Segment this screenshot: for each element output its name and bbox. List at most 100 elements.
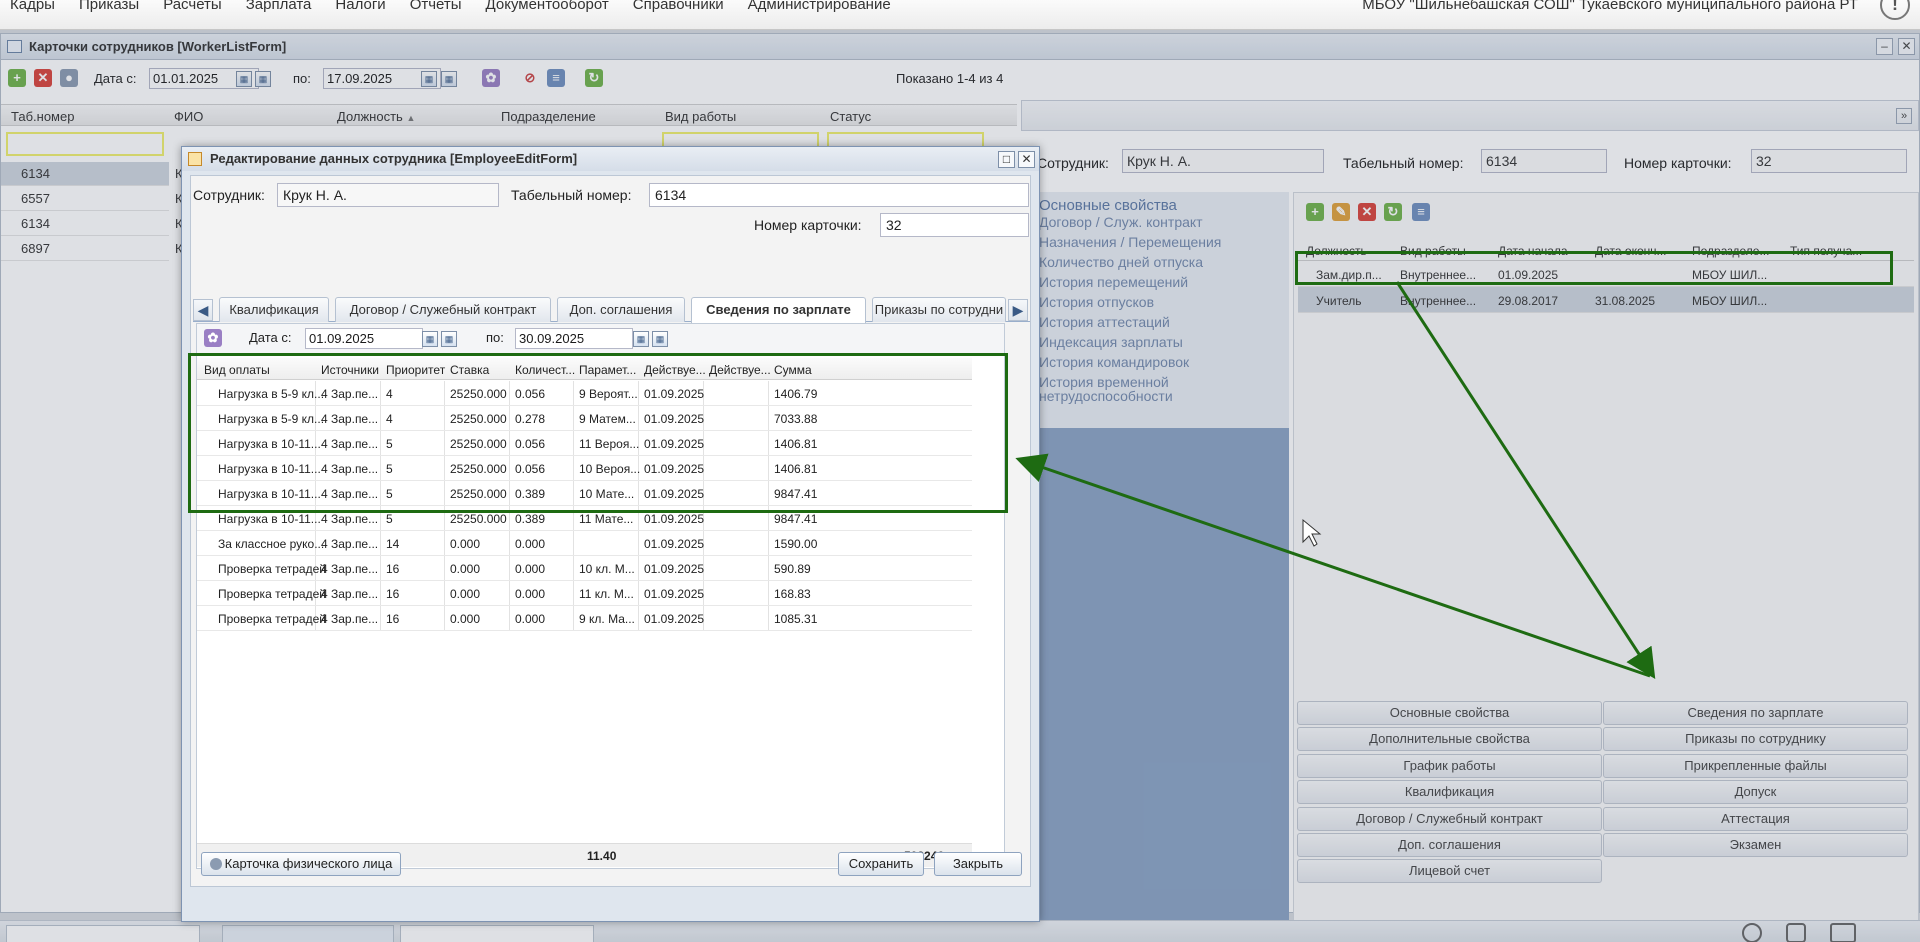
cell-sum: 168.83 — [774, 587, 811, 601]
column-separator — [380, 606, 381, 630]
dialog-title-bar: Редактирование данных сотрудника [Employ… — [182, 147, 1039, 171]
menu-item-nalogi[interactable]: Налоги — [335, 0, 385, 13]
cell-payment-type: Проверка тетрадей — [218, 612, 326, 626]
cell-rate: 0.000 — [450, 587, 481, 601]
cell-source: 4 Зар.пе... — [321, 537, 379, 551]
cell-valid-from: 01.09.2025 — [644, 612, 705, 626]
cell-valid-from: 01.09.2025 — [644, 512, 705, 526]
tab-scroll-left-icon[interactable]: ◀ — [193, 299, 213, 321]
date-from-field[interactable]: 01.09.2025 — [305, 328, 423, 349]
column-separator — [380, 556, 381, 580]
cell-payment-type: Проверка тетрадей — [218, 562, 326, 576]
salary-row[interactable]: Проверка тетрадей 4 Зар.пе... 16 0.000 0.000… — [197, 581, 972, 606]
column-separator — [444, 581, 445, 605]
cell-params: 9 кл. Ма... — [579, 612, 635, 626]
dialog-body: Сотрудник: Крук Н. А. Табельный номер: 6… — [190, 175, 1031, 887]
cell-params: 10 кл. М... — [579, 562, 635, 576]
column-separator — [638, 581, 639, 605]
organization-name: МБОУ "Шильнебашская СОШ" Тукаевского мун… — [1362, 0, 1858, 13]
cell-params: 11 кл. М... — [579, 587, 634, 601]
cell-quantity: 0.000 — [515, 562, 546, 576]
column-separator — [638, 606, 639, 630]
tab-contract[interactable]: Договор / Служебный контракт — [335, 297, 551, 322]
menu-item-prikazy[interactable]: Приказы — [79, 0, 139, 13]
column-separator — [509, 606, 510, 630]
menu-item-otchety[interactable]: Отчеты — [410, 0, 462, 13]
tabnum-label: Табельный номер: — [511, 187, 632, 203]
settings-icon[interactable]: ✿ — [204, 329, 222, 347]
cell-params: 11 Мате... — [579, 512, 634, 526]
tabnum-field[interactable]: 6134 — [649, 183, 1029, 207]
column-separator — [444, 531, 445, 555]
close-button[interactable]: Закрыть — [934, 852, 1022, 876]
employee-label: Сотрудник: — [193, 187, 265, 203]
person-icon — [209, 858, 222, 870]
tab-employee-orders[interactable]: Приказы по сотрудни — [872, 297, 1006, 322]
salary-row[interactable]: Проверка тетрадей 4 Зар.пе... 16 0.000 0.000… — [197, 556, 972, 581]
menu-item-spravochniki[interactable]: Справочники — [633, 0, 724, 13]
cell-source: 4 Зар.пе... — [321, 512, 379, 526]
cell-sum: 9847.41 — [774, 512, 818, 526]
card-number-field[interactable]: 32 — [880, 213, 1029, 237]
main-menu: Кадры Приказы Расчеты Зарплата Налоги От… — [10, 0, 891, 13]
column-separator — [444, 556, 445, 580]
date-from-label: Дата с: — [249, 330, 292, 345]
cell-priority: 5 — [386, 512, 393, 526]
dialog-tabs: ◀ Квалификация Договор / Служебный контр… — [193, 294, 1030, 323]
cell-payment-type: За классное руко... — [218, 537, 325, 551]
calendar-clear-icon[interactable]: ▦ — [441, 331, 457, 347]
salary-row[interactable]: Проверка тетрадей 4 Зар.пе... 16 0.000 0.000… — [197, 606, 972, 631]
column-separator — [573, 531, 574, 555]
column-separator — [509, 556, 510, 580]
employee-edit-dialog: Редактирование данных сотрудника [Employ… — [181, 146, 1040, 922]
menu-item-administrirovanie[interactable]: Администрирование — [748, 0, 891, 13]
date-to-label: по: — [486, 330, 504, 345]
cell-priority: 16 — [386, 562, 400, 576]
cell-quantity: 0.389 — [515, 512, 546, 526]
save-button[interactable]: Сохранить — [838, 852, 924, 876]
date-to-field[interactable]: 30.09.2025 — [515, 328, 633, 349]
salary-row[interactable]: За классное руко... 4 Зар.пе... 14 0.000 0.0… — [197, 531, 972, 556]
column-separator — [380, 531, 381, 555]
menu-item-zarplata[interactable]: Зарплата — [246, 0, 312, 13]
employee-field[interactable]: Крук Н. А. — [277, 183, 499, 207]
cell-source: 4 Зар.пе... — [321, 587, 379, 601]
column-separator — [768, 581, 769, 605]
calendar-icon[interactable]: ▦ — [633, 331, 649, 347]
tab-supplementary[interactable]: Доп. соглашения — [557, 297, 685, 322]
calendar-clear-icon[interactable]: ▦ — [652, 331, 668, 347]
tab-scroll-right-icon[interactable]: ▶ — [1008, 299, 1028, 321]
column-separator — [638, 556, 639, 580]
cell-sum: 590.89 — [774, 562, 811, 576]
cell-rate: 25250.000 — [450, 512, 507, 526]
cell-rate: 0.000 — [450, 612, 481, 626]
column-separator — [573, 606, 574, 630]
menu-item-kadry[interactable]: Кадры — [10, 0, 55, 13]
cell-source: 4 Зар.пе... — [321, 612, 379, 626]
person-card-button[interactable]: Карточка физического лица — [201, 852, 401, 876]
highlight-box-salary-rows — [188, 353, 1008, 513]
card-number-label: Номер карточки: — [754, 217, 862, 233]
salary-toolbar: ✿ Дата с: 01.09.2025 ▦ ▦ по: 30.09.2025 … — [197, 324, 1004, 354]
cell-quantity: 0.000 — [515, 612, 546, 626]
cell-payment-type: Нагрузка в 10-11... — [218, 512, 321, 526]
column-separator — [768, 606, 769, 630]
column-separator — [573, 581, 574, 605]
column-separator — [444, 606, 445, 630]
alert-icon[interactable]: ! — [1880, 0, 1910, 20]
tab-salary-info[interactable]: Сведения по зарплате — [691, 297, 866, 323]
cell-priority: 16 — [386, 587, 400, 601]
cell-sum: 1590.00 — [774, 537, 818, 551]
tab-qualification[interactable]: Квалификация — [219, 297, 329, 322]
menu-item-dokumentooborot[interactable]: Документооборот — [486, 0, 609, 13]
column-separator — [638, 531, 639, 555]
close-icon[interactable]: ✕ — [1018, 151, 1035, 168]
cell-rate: 0.000 — [450, 562, 481, 576]
cell-sum: 1085.31 — [774, 612, 818, 626]
cell-valid-from: 01.09.2025 — [644, 587, 705, 601]
menu-item-raschety[interactable]: Расчеты — [163, 0, 222, 13]
maximize-icon[interactable]: □ — [998, 151, 1015, 168]
calendar-icon[interactable]: ▦ — [422, 331, 438, 347]
column-separator — [509, 581, 510, 605]
column-separator — [573, 556, 574, 580]
